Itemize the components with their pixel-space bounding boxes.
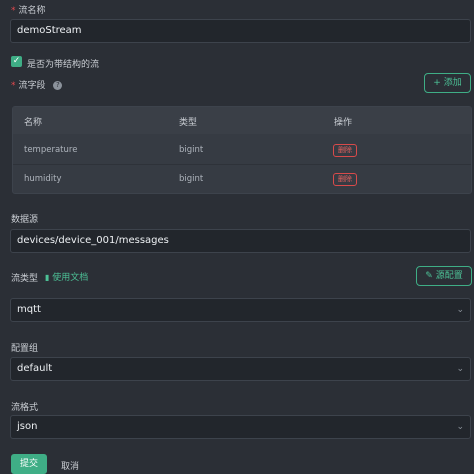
stream-name-input[interactable]: demoStream: [10, 19, 471, 43]
field-type: bigint: [179, 145, 204, 155]
column-header-type: 类型: [179, 118, 198, 128]
structured-checkbox[interactable]: ✓: [11, 56, 22, 67]
source-config-button[interactable]: ✎ 源配置: [416, 266, 472, 286]
table-row: temperature bigint 删除: [13, 137, 471, 166]
table-row: humidity bigint 删除: [13, 166, 471, 195]
delete-button[interactable]: 删除: [333, 144, 357, 157]
stream-format-select[interactable]: json ⌄: [10, 415, 471, 439]
chevron-down-icon: ⌄: [456, 364, 464, 374]
submit-button[interactable]: 提交: [11, 454, 47, 474]
stream-format-label: 流格式: [11, 403, 39, 413]
table-header: 名称 类型 操作: [13, 107, 471, 134]
row-divider: [13, 164, 471, 165]
help-icon[interactable]: ?: [53, 81, 63, 90]
datasource-label: 数据源: [11, 215, 39, 225]
field-name: humidity: [24, 174, 62, 184]
cancel-button[interactable]: 取消: [61, 459, 79, 472]
check-icon: ✓: [12, 56, 21, 66]
edit-icon: ✎: [425, 271, 433, 281]
fields-label: * 流字段 ?: [11, 78, 63, 91]
field-type: bigint: [179, 174, 204, 184]
structured-label: 是否为带结构的流: [27, 60, 100, 70]
config-group-select[interactable]: default ⌄: [10, 357, 471, 381]
required-mark: *: [11, 81, 16, 91]
datasource-input[interactable]: devices/device_001/messages: [10, 229, 471, 253]
stream-type-select[interactable]: mqtt ⌄: [10, 298, 471, 322]
column-header-action: 操作: [334, 118, 353, 128]
chevron-down-icon: ⌄: [456, 305, 464, 315]
add-field-button[interactable]: + 添加: [424, 73, 471, 93]
delete-button[interactable]: 删除: [333, 173, 357, 186]
plus-icon: +: [433, 78, 441, 88]
config-group-label: 配置组: [11, 344, 39, 354]
column-header-name: 名称: [24, 118, 43, 128]
chevron-down-icon: ⌄: [456, 422, 464, 432]
stream-name-label: * 流名称: [11, 6, 46, 16]
fields-table: 名称 类型 操作 temperature bigint 删除 humidity …: [12, 106, 472, 194]
field-name: temperature: [24, 145, 78, 155]
doc-link[interactable]: ▮ 使用文档: [45, 270, 88, 283]
required-mark: *: [11, 6, 16, 16]
stream-type-label: 流类型: [11, 274, 39, 284]
document-icon: ▮: [45, 273, 50, 282]
